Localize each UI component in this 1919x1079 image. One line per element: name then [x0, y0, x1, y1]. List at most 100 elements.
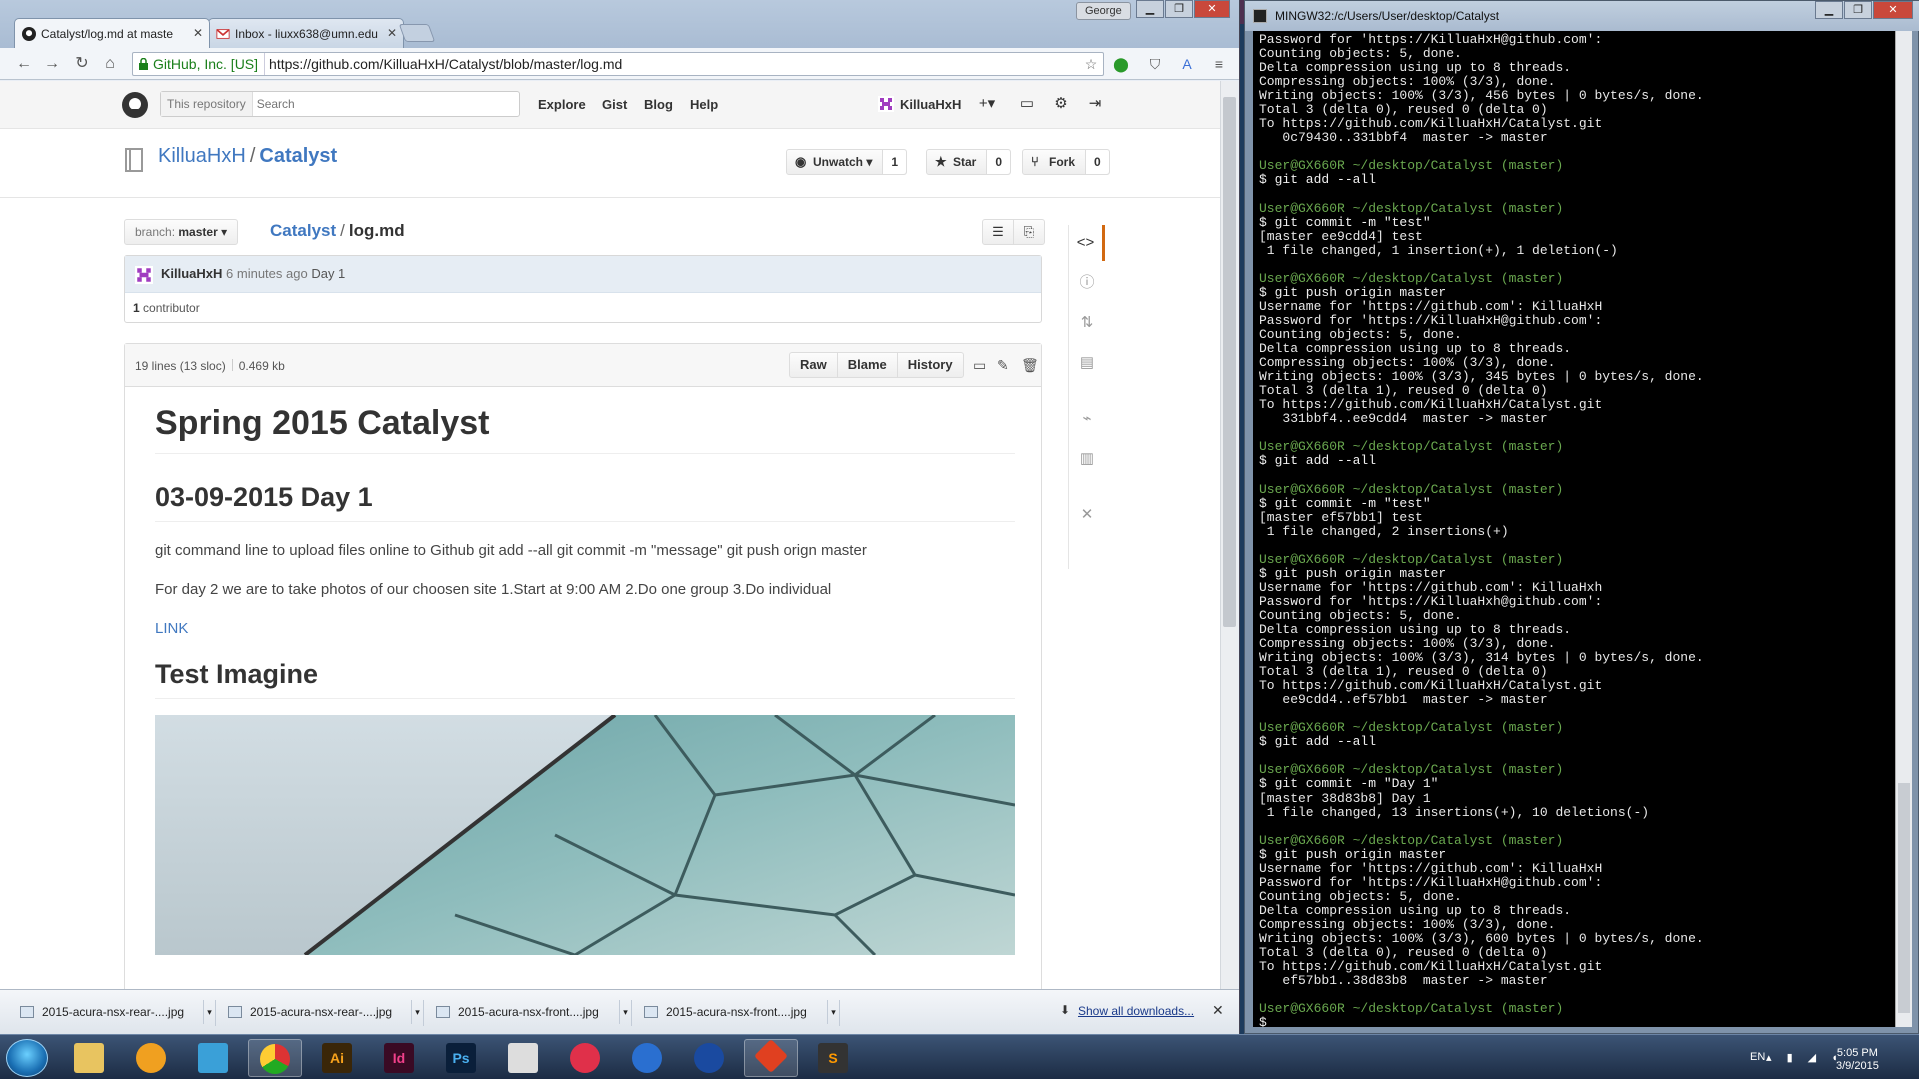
tray-icons[interactable]: ▴ ▮ ◢ ◖: [1766, 1051, 1844, 1064]
globe-app-icon[interactable]: [620, 1039, 674, 1077]
home-icon[interactable]: ⌂: [100, 54, 120, 74]
repo-name-link[interactable]: Catalyst: [259, 145, 337, 167]
page-scrollbar[interactable]: [1220, 81, 1238, 989]
language-indicator[interactable]: EN: [1750, 1051, 1765, 1063]
start-button[interactable]: [6, 1039, 48, 1077]
indesign-icon[interactable]: Id: [372, 1039, 426, 1077]
tab-github-logmd[interactable]: Catalyst/log.md at maste ✕: [14, 18, 210, 48]
chevron-down-icon[interactable]: ▾: [619, 1000, 631, 1024]
chrome-icon[interactable]: [248, 1039, 302, 1077]
delete-trash-icon[interactable]: 🗑: [1021, 357, 1039, 374]
close-tab-icon[interactable]: ✕: [387, 26, 397, 40]
back-arrow-icon[interactable]: ←: [14, 54, 34, 74]
close-window-icon[interactable]: ✕: [1873, 1, 1913, 19]
forward-arrow-icon[interactable]: →: [42, 54, 62, 74]
maximize-icon[interactable]: ❐: [1844, 1, 1872, 19]
branch-selector[interactable]: branch: master ▾: [124, 219, 239, 245]
google-earth-icon[interactable]: [682, 1039, 736, 1077]
network-app-icon[interactable]: [186, 1039, 240, 1077]
nav-blog[interactable]: Blog: [644, 97, 673, 112]
breadcrumb-repo-link[interactable]: Catalyst: [270, 221, 336, 240]
nav-gist[interactable]: Gist: [602, 97, 627, 112]
download-item[interactable]: 2015-acura-nsx-rear-....jpg ▾: [220, 1000, 424, 1026]
watch-count[interactable]: 1: [883, 150, 907, 174]
desktop-open-icon[interactable]: ▭: [973, 357, 986, 374]
fork-count[interactable]: 0: [1086, 150, 1109, 174]
chevron-down-icon[interactable]: ▾: [827, 1000, 839, 1024]
download-item[interactable]: 2015-acura-nsx-rear-....jpg ▾: [12, 1000, 216, 1026]
nav-explore[interactable]: Explore: [538, 97, 586, 112]
explorer-folder-icon[interactable]: [62, 1039, 116, 1077]
url-text[interactable]: https://github.com/KilluaHxH/Catalyst/bl…: [265, 56, 622, 72]
address-bar[interactable]: GitHub, Inc. [US] https://github.com/Kill…: [132, 52, 1104, 76]
repo-owner-link[interactable]: KilluaHxH: [158, 145, 246, 167]
translate-icon[interactable]: A: [1178, 55, 1196, 73]
github-search-box[interactable]: This repository: [160, 91, 520, 117]
code-icon[interactable]: <>: [1069, 225, 1105, 261]
star-button[interactable]: ★ Star 0: [926, 149, 1012, 175]
photoshop-icon[interactable]: Ps: [434, 1039, 488, 1077]
eye-icon: ◉: [795, 154, 807, 169]
wiki-icon[interactable]: ▤: [1069, 345, 1105, 381]
pull-requests-icon[interactable]: ⇅: [1069, 305, 1105, 341]
minimize-icon[interactable]: ▁: [1136, 0, 1164, 18]
download-item[interactable]: 2015-acura-nsx-front....jpg ▾: [428, 1000, 632, 1026]
github-octocat-icon[interactable]: [122, 92, 148, 118]
user-menu[interactable]: KilluaHxH: [878, 96, 961, 112]
media-player-icon[interactable]: [124, 1039, 178, 1077]
edit-pencil-icon[interactable]: ✎: [997, 357, 1009, 374]
show-all-downloads-link[interactable]: Show all downloads...: [1078, 1004, 1194, 1018]
itunes-icon[interactable]: [558, 1039, 612, 1077]
menu-hamburger-icon[interactable]: ≡: [1210, 55, 1228, 73]
scrollbar-thumb[interactable]: [1223, 97, 1236, 627]
sublime-text-icon[interactable]: S: [806, 1039, 860, 1077]
clock[interactable]: 5:05 PM 3/9/2015: [1836, 1047, 1879, 1073]
minimize-icon[interactable]: ▁: [1815, 1, 1843, 19]
terminal-scrollbar[interactable]: [1895, 31, 1912, 1027]
git-bash-icon[interactable]: [744, 1039, 798, 1077]
settings-gear-icon[interactable]: ⚙: [1052, 95, 1070, 113]
terminal-output[interactable]: Password for 'https://KilluaHxH@github.c…: [1253, 31, 1895, 1027]
commit-author-link[interactable]: KilluaHxH: [161, 266, 222, 281]
close-tab-icon[interactable]: ✕: [193, 26, 203, 40]
extension-shield-icon[interactable]: ⬤: [1112, 55, 1130, 73]
new-tab-button[interactable]: [398, 24, 436, 42]
commit-message-link[interactable]: Day 1: [311, 266, 345, 281]
unwatch-button[interactable]: ◉ Unwatch ▾ 1: [786, 149, 908, 175]
download-item[interactable]: 2015-acura-nsx-front....jpg ▾: [636, 1000, 840, 1026]
graphs-icon[interactable]: ▥: [1069, 441, 1105, 477]
scrollbar-thumb[interactable]: [1898, 783, 1910, 1013]
close-window-icon[interactable]: ✕: [1194, 0, 1230, 18]
chevron-down-icon[interactable]: ▾: [411, 1000, 423, 1024]
create-new-plus-icon[interactable]: +▾: [978, 95, 996, 113]
pulse-icon[interactable]: ⌁: [1069, 401, 1105, 437]
blame-button[interactable]: Blame: [838, 353, 898, 377]
issues-icon[interactable]: ⓘ: [1069, 265, 1105, 301]
chevron-down-icon[interactable]: ▾: [203, 1000, 215, 1024]
maximize-icon[interactable]: ❐: [1165, 0, 1193, 18]
contributors-line[interactable]: 1 contributor: [125, 293, 1041, 315]
raw-button[interactable]: Raw: [790, 353, 838, 377]
illustrator-icon[interactable]: Ai: [310, 1039, 364, 1077]
tab-gmail-inbox[interactable]: Inbox - liuxx638@umn.edu ✕: [208, 18, 404, 48]
list-view-icon[interactable]: ☰: [982, 219, 1014, 245]
settings-tools-icon[interactable]: ✕: [1069, 497, 1105, 533]
profile-name-badge[interactable]: George: [1076, 2, 1131, 20]
readme-paragraph-2: For day 2 we are to take photos of our c…: [155, 581, 832, 598]
readme-link[interactable]: LINK: [155, 620, 188, 637]
search-input[interactable]: [252, 93, 493, 115]
star-count[interactable]: 0: [987, 150, 1011, 174]
handshake-app-icon[interactable]: [496, 1039, 550, 1077]
extension-ghost-icon[interactable]: ⛉: [1146, 55, 1164, 73]
fork-button[interactable]: ⑂ Fork 0: [1022, 149, 1110, 175]
nav-help[interactable]: Help: [690, 97, 718, 112]
ev-certificate-badge[interactable]: GitHub, Inc. [US]: [133, 53, 266, 75]
bookmark-star-icon[interactable]: ☆: [1082, 55, 1100, 73]
copy-path-icon[interactable]: ⎘: [1013, 219, 1045, 245]
terminal-output-line: Counting objects: 5, done.: [1259, 607, 1462, 623]
close-downloads-icon[interactable]: ✕: [1212, 1002, 1224, 1019]
sign-out-icon[interactable]: ⇥: [1086, 95, 1104, 113]
notifications-inbox-icon[interactable]: ▭: [1018, 95, 1036, 113]
reload-icon[interactable]: ↻: [72, 54, 92, 74]
history-button[interactable]: History: [898, 353, 963, 377]
